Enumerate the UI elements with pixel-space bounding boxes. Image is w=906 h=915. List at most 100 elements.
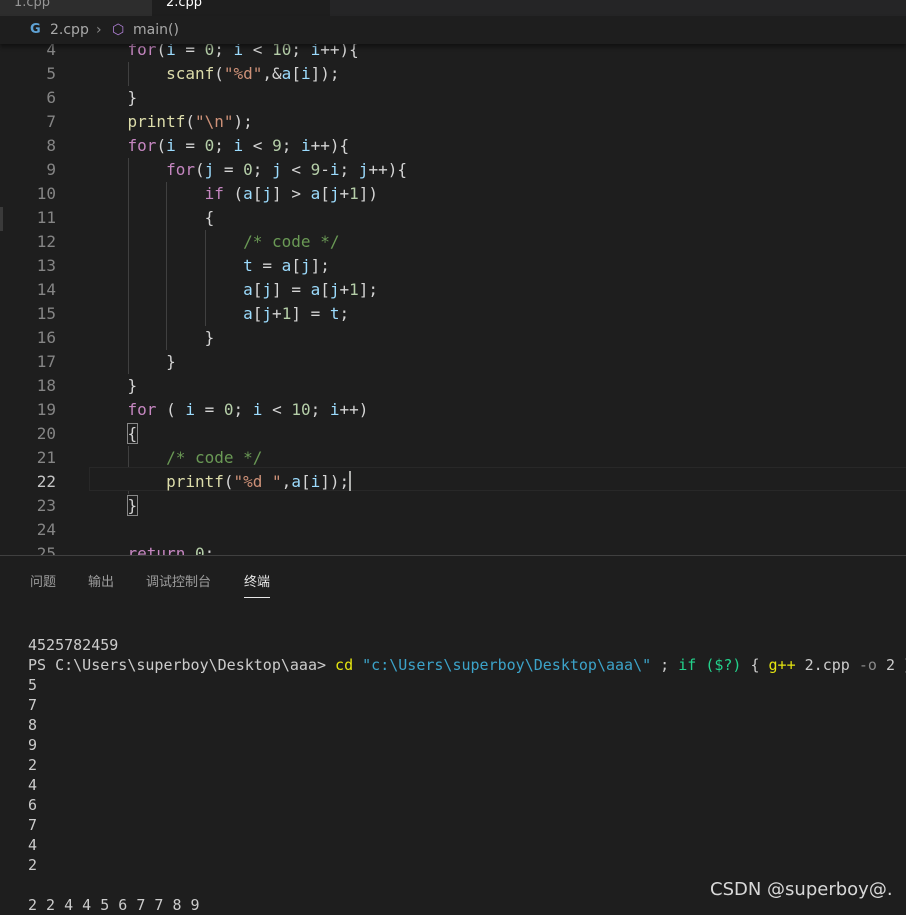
terminal-output-line: 7 bbox=[28, 816, 38, 834]
tab-2-cpp[interactable]: 2.cpp bbox=[152, 0, 330, 16]
code-line-9[interactable]: 9 for(j = 0; j < 9-i; j++){ bbox=[0, 158, 906, 182]
terminal-output-line: 5 bbox=[28, 676, 38, 694]
terminal-file: 2.cpp bbox=[804, 656, 850, 674]
code-text: } bbox=[89, 376, 138, 395]
code-text: a[j+1] = t; bbox=[243, 304, 350, 323]
code-text: if (a[j] > a[j+1]) bbox=[204, 184, 379, 203]
breadcrumb-symbol[interactable]: main() bbox=[133, 22, 179, 38]
line-number: 16 bbox=[36, 328, 56, 347]
code-text: a[j] = a[j+1]; bbox=[243, 280, 379, 299]
line-number: 9 bbox=[46, 160, 56, 179]
code-line-7[interactable]: 7 printf("\n"); bbox=[0, 110, 906, 134]
code-text: } bbox=[89, 328, 215, 347]
code-line-12[interactable]: 12 /* code */ bbox=[0, 230, 906, 254]
code-text: { bbox=[89, 208, 215, 227]
terminal-output-line: 4 bbox=[28, 836, 38, 854]
code-line-19[interactable]: 19 for ( i = 0; i < 10; i++) bbox=[0, 398, 906, 422]
code-text: scanf("%d",&a[i]); bbox=[166, 64, 340, 83]
terminal-output-line: 9 bbox=[28, 736, 38, 754]
terminal-prompt: PS C:\Users\superboy\Desktop\aaa> bbox=[28, 656, 327, 674]
bracket-match-highlight: { bbox=[126, 423, 139, 444]
csdn-watermark: CSDN @superboy@. bbox=[710, 879, 893, 900]
code-text: printf("\n"); bbox=[127, 112, 253, 131]
code-line-20[interactable]: 20 { bbox=[0, 422, 906, 446]
line-number: 7 bbox=[46, 112, 56, 131]
code-line-15[interactable]: 15 a[j+1] = t; bbox=[0, 302, 906, 326]
code-text: /* code */ bbox=[166, 448, 263, 467]
text-cursor bbox=[349, 471, 352, 491]
terminal-output-line: 4 bbox=[28, 776, 38, 794]
line-number: 8 bbox=[46, 136, 56, 155]
terminal-output-line: 8 bbox=[28, 716, 38, 734]
tab-problems[interactable]: 问题 bbox=[30, 571, 56, 590]
code-text: for(i = 0; i < 9; i++){ bbox=[127, 136, 350, 155]
cube-icon: ⬡ bbox=[112, 22, 125, 38]
terminal-sep: ; bbox=[660, 656, 670, 674]
code-line-5[interactable]: 5 scanf("%d",&a[i]); bbox=[0, 62, 906, 86]
line-number: 5 bbox=[46, 64, 56, 83]
code-text: } bbox=[89, 352, 176, 371]
line-number: 15 bbox=[36, 304, 56, 323]
breadcrumb-file[interactable]: 2.cpp bbox=[50, 22, 89, 38]
code-line-25[interactable]: 25 return 0; bbox=[0, 542, 906, 555]
breadcrumb: G 2.cpp › ⬡ main() bbox=[0, 16, 906, 44]
code-line-21[interactable]: 21 /* code */ bbox=[0, 446, 906, 470]
code-line-13[interactable]: 13 t = a[j]; bbox=[0, 254, 906, 278]
code-line-14[interactable]: 14 a[j] = a[j+1]; bbox=[0, 278, 906, 302]
code-line-6[interactable]: 6 } bbox=[0, 86, 906, 110]
code-line-11[interactable]: 11 { bbox=[0, 206, 906, 230]
line-number: 22 bbox=[36, 472, 56, 491]
code-text: } bbox=[89, 494, 139, 518]
line-number: 17 bbox=[36, 352, 56, 371]
tab-debug-console[interactable]: 调试控制台 bbox=[146, 571, 211, 590]
line-number: 12 bbox=[36, 232, 56, 251]
terminal-gpp: g++ bbox=[768, 656, 796, 674]
line-number: 13 bbox=[36, 256, 56, 275]
terminal-sorted-result: 2 2 4 4 5 6 7 7 8 9 bbox=[28, 896, 200, 914]
cpp-file-icon: G bbox=[30, 22, 41, 37]
code-text: } bbox=[89, 88, 138, 107]
tab-terminal[interactable]: 终端 bbox=[244, 571, 271, 598]
code-line-24[interactable]: 24 bbox=[0, 518, 906, 542]
line-number: 18 bbox=[36, 376, 56, 395]
line-number: 6 bbox=[46, 88, 56, 107]
line-number: 14 bbox=[36, 280, 56, 299]
line-number: 10 bbox=[36, 184, 56, 203]
terminal-path-arg: "c:\Users\superboy\Desktop\aaa\" bbox=[362, 656, 652, 674]
terminal-brace-open: { bbox=[750, 656, 760, 674]
editor-tab-bar: 1.cpp 2.cpp bbox=[0, 0, 906, 16]
code-text: { bbox=[89, 422, 139, 446]
code-text: /* code */ bbox=[243, 232, 340, 251]
code-line-18[interactable]: 18 } bbox=[0, 374, 906, 398]
code-line-16[interactable]: 16 } bbox=[0, 326, 906, 350]
code-editor[interactable]: 4 for(i = 0; i < 10; i++){ 5 scanf("%d",… bbox=[0, 44, 906, 555]
code-line-8[interactable]: 8 for(i = 0; i < 9; i++){ bbox=[0, 134, 906, 158]
bottom-panel: 问题 输出 调试控制台 终端 bbox=[0, 555, 906, 914]
bracket-match-highlight: } bbox=[126, 495, 139, 516]
terminal-output-line: 7 bbox=[28, 696, 38, 714]
code-line-4[interactable]: 4 for(i = 0; i < 10; i++){ bbox=[0, 44, 906, 62]
terminal-cmd: cd bbox=[335, 656, 354, 674]
line-number: 19 bbox=[36, 400, 56, 419]
chevron-right-icon: › bbox=[96, 22, 102, 38]
code-text: for(j = 0; j < 9-i; j++){ bbox=[166, 160, 407, 179]
code-line-22[interactable]: 22 printf("%d ",a[i]); bbox=[0, 470, 906, 494]
code-line-17[interactable]: 17 } bbox=[0, 350, 906, 374]
line-number: 25 bbox=[36, 544, 56, 555]
terminal-output-line: 2 bbox=[28, 856, 38, 874]
terminal-command-line: PS C:\Users\superboy\Desktop\aaa> cd "c:… bbox=[28, 655, 906, 675]
code-line-23[interactable]: 23 } bbox=[0, 494, 906, 518]
code-line-10[interactable]: 10 if (a[j] > a[j+1]) bbox=[0, 182, 906, 206]
line-number: 20 bbox=[36, 424, 56, 443]
code-text: t = a[j]; bbox=[243, 256, 330, 275]
code-text: return 0; bbox=[127, 544, 215, 555]
line-number: 24 bbox=[36, 520, 56, 539]
tab-output[interactable]: 输出 bbox=[88, 571, 114, 590]
code-text: for ( i = 0; i < 10; i++) bbox=[127, 400, 369, 419]
terminal-output-line: 6 bbox=[28, 796, 38, 814]
terminal-input-echo: 4525782459 bbox=[28, 636, 119, 654]
terminal-flag: -o bbox=[858, 656, 877, 674]
code-text: printf("%d ",a[i]); bbox=[166, 471, 352, 491]
line-number: 23 bbox=[36, 496, 56, 515]
terminal-if: if bbox=[678, 656, 697, 674]
